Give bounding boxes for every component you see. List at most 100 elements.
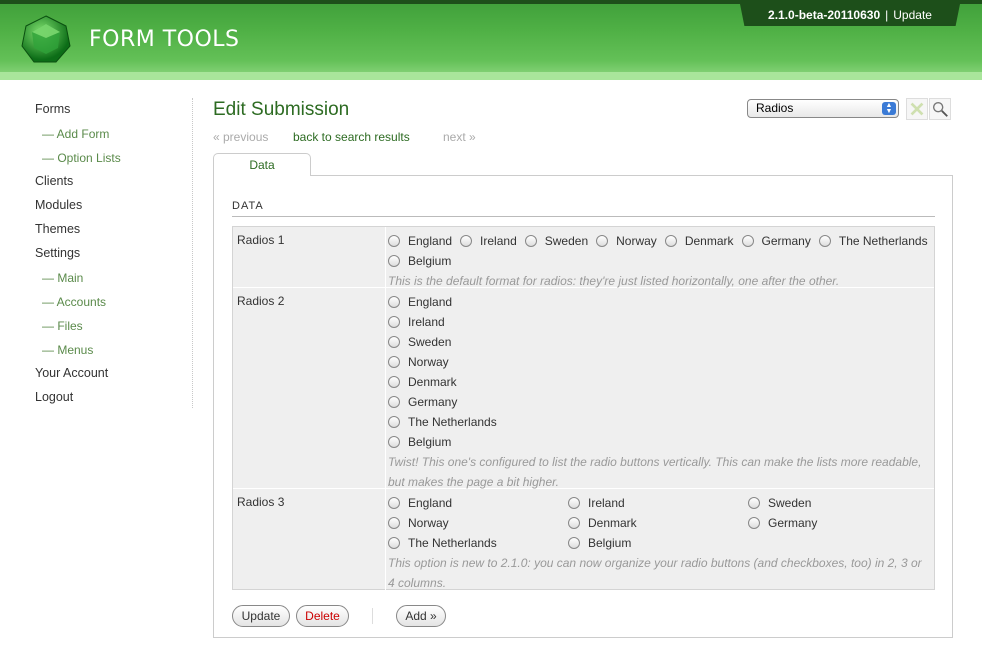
radio-button[interactable]: [388, 497, 400, 509]
add-button[interactable]: Add »: [396, 605, 446, 627]
radio-button[interactable]: [388, 356, 400, 368]
radio-button[interactable]: [748, 497, 760, 509]
version-separator: |: [885, 8, 889, 22]
view-select-value: Radios: [756, 101, 794, 115]
radio-button[interactable]: [388, 316, 400, 328]
radio-option[interactable]: Sweden: [388, 332, 922, 352]
field-label: Radios 1: [237, 233, 285, 247]
field-value: England Ireland Sweden Norway Denmark Ge…: [385, 288, 934, 496]
version-label: 2.1.0-beta-20110630: [768, 8, 881, 22]
radio-button[interactable]: [568, 517, 580, 529]
field-label: Radios 3: [237, 495, 285, 509]
field-value: England Ireland Sweden Norway Denmark Germany…: [385, 227, 934, 295]
edit-panel: DATA Radios 1 England Ireland Sweden Norway…: [213, 175, 953, 638]
radio-button[interactable]: [664, 235, 677, 247]
app-name: FORM TOOLS: [89, 27, 240, 52]
previous-link: « previous: [213, 130, 269, 144]
radio-option[interactable]: Sweden: [748, 493, 920, 513]
radio-button[interactable]: [524, 235, 537, 247]
update-button[interactable]: Update: [232, 605, 290, 627]
radio-option[interactable]: Denmark: [664, 231, 734, 251]
sidebar-item-modules[interactable]: Modules: [35, 198, 82, 212]
radio-button[interactable]: [388, 376, 400, 388]
radio-option[interactable]: Denmark: [388, 372, 922, 392]
radio-option[interactable]: England: [388, 493, 560, 513]
header-bottom-band: [0, 72, 982, 80]
button-divider: [372, 608, 373, 624]
sidebar-item-add-form[interactable]: — Add Form: [42, 127, 109, 141]
sidebar-item-menus[interactable]: — Menus: [42, 343, 93, 357]
sidebar-item-files[interactable]: — Files: [42, 319, 83, 333]
radio-option[interactable]: Belgium: [568, 533, 740, 553]
radio-button[interactable]: [596, 235, 609, 247]
radio-option[interactable]: The Netherlands: [388, 412, 922, 432]
search-icon[interactable]: [929, 98, 951, 120]
field-row-radios-2: Radios 2 England Ireland Sweden Norway D…: [233, 288, 934, 496]
radio-option[interactable]: Ireland: [568, 493, 740, 513]
radio-group-columns: England Ireland Sweden Norway Denmark Ge…: [388, 493, 930, 553]
radio-option[interactable]: Norway: [388, 352, 922, 372]
radio-option[interactable]: Germany: [748, 513, 920, 533]
sidebar-item-accounts[interactable]: — Accounts: [42, 295, 106, 309]
field-label: Radios 2: [237, 294, 285, 308]
radio-option[interactable]: England: [388, 231, 452, 251]
radio-button[interactable]: [388, 235, 400, 247]
radio-button[interactable]: [388, 255, 400, 267]
radio-button[interactable]: [388, 336, 400, 348]
radio-option[interactable]: Norway: [596, 231, 657, 251]
radio-option[interactable]: Norway: [388, 513, 560, 533]
sidebar-item-settings-main[interactable]: — Main: [42, 271, 83, 285]
sidebar-item-your-account[interactable]: Your Account: [35, 366, 108, 380]
sidebar-item-option-lists[interactable]: — Option Lists: [42, 151, 121, 165]
sidebar-item-themes[interactable]: Themes: [35, 222, 80, 236]
app-header: FORM TOOLS 2.1.0-beta-20110630 | Update: [0, 0, 982, 80]
radio-option[interactable]: Sweden: [524, 231, 588, 251]
page-title: Edit Submission: [213, 99, 350, 120]
radio-option[interactable]: Germany: [388, 392, 922, 412]
form-tools-logo-icon: [21, 15, 71, 63]
radio-button[interactable]: [568, 537, 580, 549]
radio-button[interactable]: [388, 436, 400, 448]
radio-button[interactable]: [748, 517, 760, 529]
back-to-results-link[interactable]: back to search results: [293, 130, 410, 144]
radio-button[interactable]: [388, 537, 400, 549]
update-link[interactable]: Update: [893, 8, 932, 22]
radio-option[interactable]: Belgium: [388, 432, 922, 452]
radio-button[interactable]: [388, 517, 400, 529]
field-hint: Twist! This one's configured to list the…: [388, 455, 922, 489]
field-row-radios-1: Radios 1 England Ireland Sweden Norway Denma…: [233, 227, 934, 295]
clear-search-icon[interactable]: [906, 98, 928, 120]
radio-option[interactable]: Ireland: [388, 312, 922, 332]
radio-option[interactable]: Germany: [741, 231, 811, 251]
radio-button[interactable]: [388, 396, 400, 408]
select-arrows-icon: ▲ ▼: [882, 102, 896, 115]
radio-button[interactable]: [388, 296, 400, 308]
section-title: DATA: [232, 200, 264, 212]
radio-button[interactable]: [568, 497, 580, 509]
field-row-radios-3: Radios 3 England Ireland Sweden Norway D…: [233, 489, 934, 597]
section-divider: [232, 216, 935, 217]
header-top-border: [0, 0, 982, 4]
field-hint: This option is new to 2.1.0: you can now…: [388, 556, 922, 590]
radio-option[interactable]: The Netherlands: [388, 533, 560, 553]
radio-button[interactable]: [460, 235, 473, 247]
radio-option[interactable]: Belgium: [388, 251, 451, 271]
version-tab: 2.1.0-beta-20110630 | Update: [740, 4, 960, 26]
sidebar-nav: Forms — Add Form — Option Lists Clients …: [0, 98, 193, 408]
radio-option[interactable]: Denmark: [568, 513, 740, 533]
radio-button[interactable]: [741, 235, 754, 247]
radio-option[interactable]: The Netherlands: [818, 231, 928, 251]
sidebar-item-clients[interactable]: Clients: [35, 174, 73, 188]
radio-button[interactable]: [388, 416, 400, 428]
fields-table: Radios 1 England Ireland Sweden Norway Denma…: [232, 226, 935, 597]
sidebar-item-logout[interactable]: Logout: [35, 390, 73, 404]
radio-group-horizontal: England Ireland Sweden Norway Denmark Germany…: [388, 231, 930, 271]
view-select[interactable]: Radios ▲ ▼: [747, 99, 899, 118]
delete-button[interactable]: Delete: [296, 605, 349, 627]
radio-button[interactable]: [818, 235, 831, 247]
tab-data[interactable]: Data: [213, 153, 311, 176]
sidebar-item-settings[interactable]: Settings: [35, 246, 80, 260]
radio-option[interactable]: Ireland: [460, 231, 517, 251]
radio-option[interactable]: England: [388, 292, 922, 312]
sidebar-item-forms[interactable]: Forms: [35, 102, 70, 116]
